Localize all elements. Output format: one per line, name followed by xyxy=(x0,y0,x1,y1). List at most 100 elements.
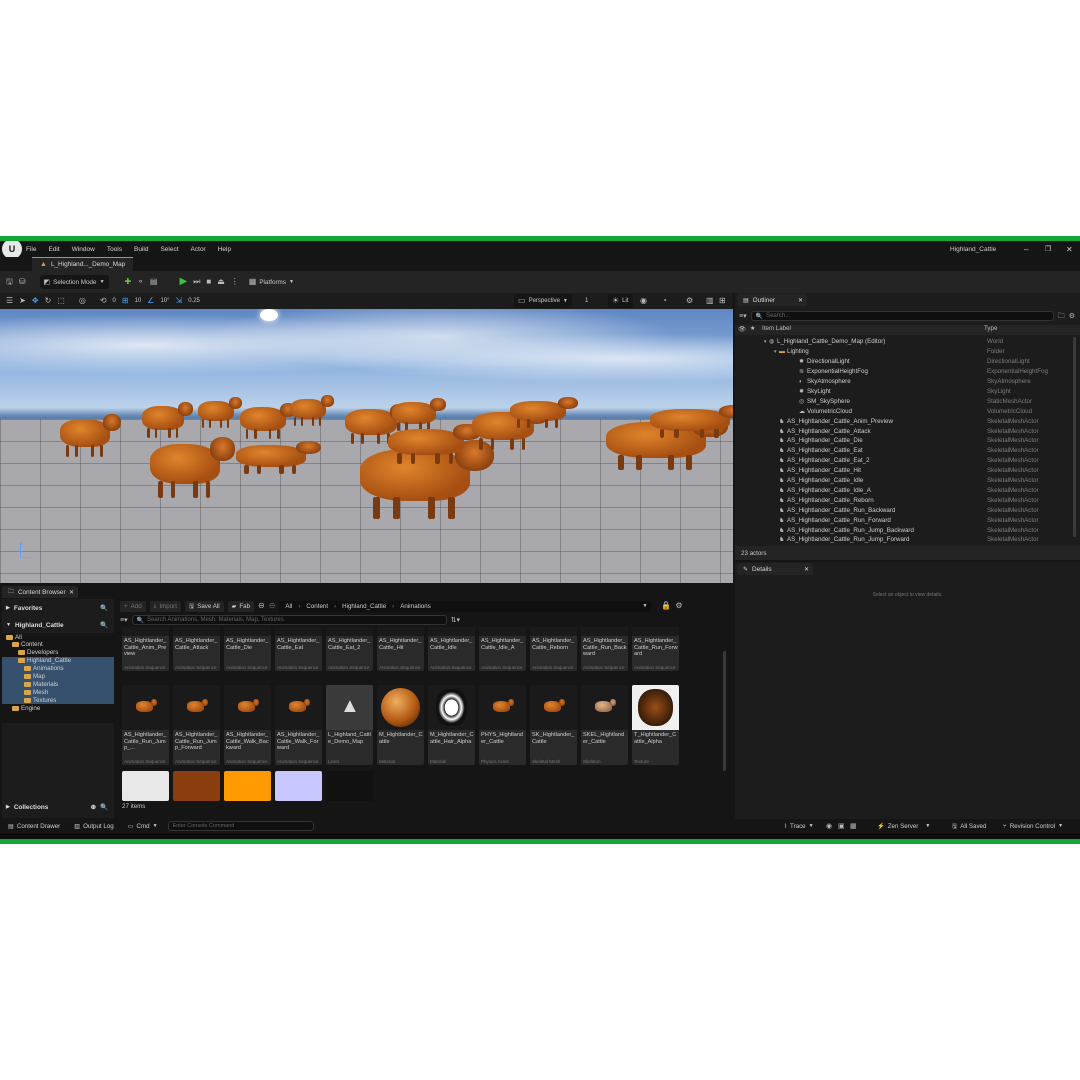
step-icon[interactable]: ⏭ xyxy=(193,278,200,286)
outliner-search-input[interactable]: 🔍 Search... xyxy=(750,311,1054,321)
folder-tree-item[interactable]: Content xyxy=(2,641,114,649)
asset-tile[interactable]: SKEL_Hightlander_Cattle Skeleton xyxy=(581,685,628,765)
performance-icon[interactable]: ◔ xyxy=(662,297,667,305)
folder-tree-item[interactable]: Mesh xyxy=(2,688,114,697)
outliner-row[interactable]: ♞ AS_Hightlander_Cattle_Eat SkeletalMeshAc… xyxy=(735,446,1075,456)
col-type[interactable]: Type xyxy=(984,325,997,332)
asset-tile[interactable]: AS_Hightlander_Cattle_Run_Jump_... Animat… xyxy=(122,685,169,765)
lock-icon[interactable]: 🔒 xyxy=(661,602,671,610)
asset-tile-texture-preview[interactable] xyxy=(122,771,169,801)
details-tab[interactable]: ✎ Details ✕ xyxy=(737,563,813,575)
content-browser-tab[interactable]: 🗀 Content Browser ✕ xyxy=(2,586,78,598)
project-header[interactable]: ▼ Highland_Cattle 🔍 xyxy=(6,620,110,630)
chevron-down-icon[interactable]: ▼ xyxy=(642,603,647,609)
viewport-grid-icon[interactable]: ⊞ xyxy=(719,297,726,305)
history-back-icon[interactable]: ⊖ xyxy=(258,602,265,610)
cattle-actor[interactable] xyxy=(150,436,236,498)
outliner-row[interactable]: ♞ AS_Hightlander_Cattle_Run_Jump_Backward… xyxy=(735,525,1075,535)
outliner-row[interactable]: ♞ AS_Hightlander_Cattle_Run_Backward Skele… xyxy=(735,505,1075,515)
add-collection-icon[interactable]: ⊕ xyxy=(91,803,96,811)
outliner-row[interactable]: ♞ AS_Hightlander_Cattle_Idle_A SkeletalMes… xyxy=(735,486,1075,496)
asset-tile[interactable]: T_Hightlander_Cattle_Alpha Texture xyxy=(632,685,679,765)
cattle-actor[interactable] xyxy=(388,424,481,464)
revision-control-button[interactable]: ⑂ Revision Control ▼ xyxy=(999,821,1067,832)
selection-mode-button[interactable]: ◩ Selection Mode ▼ xyxy=(39,275,109,289)
show-icon[interactable]: ◉ xyxy=(640,297,647,305)
world-local-icon[interactable]: ◎ xyxy=(79,297,86,305)
layout-icon[interactable]: ▥ xyxy=(706,297,714,305)
trace-button[interactable]: ⌇ Trace ▼ xyxy=(780,821,818,832)
cattle-actor[interactable] xyxy=(60,413,121,457)
asset-tile-texture-preview[interactable] xyxy=(224,771,271,801)
asset-tile[interactable]: AS_Hightlander_Cattle_Eat_2 Animation Seq… xyxy=(326,627,373,671)
search-icon[interactable]: 🔍 xyxy=(100,621,108,629)
asset-tile[interactable]: AS_Hightlander_Cattle_Eat Animation Seque… xyxy=(275,627,322,671)
expand-arrow-icon[interactable]: ▼ xyxy=(773,349,777,354)
rotate-snap-icon[interactable]: ∠ xyxy=(147,297,154,305)
save-icon[interactable]: 🖫 xyxy=(6,278,13,286)
outliner-row[interactable]: ♞ AS_Hightlander_Cattle_Hit SkeletalMeshAc… xyxy=(735,466,1075,476)
folder-tree-item[interactable]: Map xyxy=(2,672,114,681)
cattle-actor[interactable] xyxy=(240,402,297,440)
translate-icon[interactable]: ✥ xyxy=(32,297,39,305)
cattle-actor[interactable] xyxy=(650,405,733,439)
outliner-row[interactable]: ♞ AS_Hightlander_Cattle_Run_Jump_Forward S… xyxy=(735,535,1075,545)
grid-snap-icon[interactable]: ⊞ xyxy=(122,297,129,305)
cattle-actor[interactable] xyxy=(142,401,194,439)
save-all-button[interactable]: 🖫 Save All xyxy=(184,600,224,612)
close-tab-icon[interactable]: ✕ xyxy=(804,566,809,573)
folder-tree-item[interactable]: Highland_Cattle xyxy=(2,656,114,665)
asset-tile[interactable]: AS_Hightlander_Cattle_Die Animation Seque… xyxy=(224,627,271,671)
source-control-icon[interactable]: ⛁ xyxy=(19,278,26,286)
outliner-row[interactable]: ♞ AS_Hightlander_Cattle_Idle SkeletalMeshA… xyxy=(735,476,1075,486)
outliner-row[interactable]: ♞ AS_Hightlander_Cattle_Anim_Preview Skele… xyxy=(735,416,1075,426)
folder-tree-item[interactable]: All xyxy=(2,633,114,641)
outliner-row[interactable]: ≋ ExponentialHeightFog ExponentialHeightFo… xyxy=(735,367,1075,377)
asset-tile[interactable]: SK_Hightlander_Cattle Skeletal Mesh xyxy=(530,685,577,765)
favorites-header[interactable]: ▶ Favorites 🔍 xyxy=(6,603,110,613)
grid-scrollbar[interactable] xyxy=(723,651,726,771)
grid-snap-value[interactable]: 10 xyxy=(135,298,142,304)
select-icon[interactable]: ➤ xyxy=(19,297,26,305)
menu-item-select[interactable]: Select xyxy=(160,246,178,253)
menu-item-actor[interactable]: Actor xyxy=(191,246,206,253)
outliner-scrollbar[interactable] xyxy=(1073,337,1076,537)
add-button[interactable]: + Add xyxy=(120,600,146,612)
close-tab-icon[interactable]: ✕ xyxy=(798,297,803,304)
asset-tile[interactable]: AS_Hightlander_Cattle_Hit Animation Seque… xyxy=(377,627,424,671)
folder-tree-item[interactable]: Animations xyxy=(2,664,114,673)
blueprint-icon[interactable]: ⚬ xyxy=(137,278,144,286)
cattle-actor[interactable] xyxy=(236,441,322,475)
rotate-icon[interactable]: ↻ xyxy=(45,297,52,305)
all-saved-button[interactable]: 🖫 All Saved xyxy=(948,821,990,832)
outliner-settings-icon[interactable]: ⚙ xyxy=(1069,313,1075,320)
close-tab-icon[interactable]: ✕ xyxy=(69,589,74,596)
level-tab[interactable]: ▲ L_Highland..._Demo_Map xyxy=(32,257,134,271)
more-icon[interactable]: ⋮ xyxy=(231,278,239,286)
asset-tile[interactable]: PHYS_Hightlander_Cattle Physics Asset xyxy=(479,685,526,765)
asset-tile[interactable]: AS_Hightlander_Cattle_Run_Backward Animat… xyxy=(581,627,628,671)
cattle-actor[interactable] xyxy=(290,395,334,426)
asset-tile[interactable]: AS_Hightlander_Cattle_Idle_A Animation Se… xyxy=(479,627,526,671)
search-icon[interactable]: 🔍 xyxy=(100,604,108,612)
fab-button[interactable]: ▰ Fab xyxy=(227,600,255,612)
cmd-button[interactable]: ▭ Cmd ▼ xyxy=(124,821,162,832)
asset-tile[interactable]: AS_Hightlander_Cattle_Reborn Animation Se… xyxy=(530,627,577,671)
folder-tree-item[interactable]: Developers xyxy=(2,649,114,657)
minimize-icon[interactable]: – xyxy=(1024,245,1028,254)
breadcrumb-item[interactable]: All xyxy=(285,603,292,610)
cattle-actor[interactable] xyxy=(392,398,446,432)
asset-tile[interactable]: M_Hightlander_Cattle Material xyxy=(377,685,424,765)
scale-snap-icon[interactable]: ⇲ xyxy=(176,297,183,305)
perspective-button[interactable]: ▭ Perspective ▼ xyxy=(514,294,572,308)
filter-icon[interactable]: ≡▾ xyxy=(120,617,128,624)
maximize-icon[interactable]: ❐ xyxy=(1045,245,1051,253)
viewport-menu-icon[interactable]: ☰ xyxy=(6,297,13,305)
cinematics-icon[interactable]: ▤ xyxy=(150,278,158,286)
collections-header[interactable]: ▶ Collections ⊕ 🔍 xyxy=(6,802,110,812)
menu-item-tools[interactable]: Tools xyxy=(107,246,122,253)
folder-tree-item[interactable]: Engine xyxy=(2,704,114,712)
menu-item-build[interactable]: Build xyxy=(134,246,148,253)
asset-tile[interactable]: AS_Hightlander_Cattle_Attack Animation Se… xyxy=(173,627,220,671)
expand-arrow-icon[interactable]: ▼ xyxy=(763,339,767,344)
